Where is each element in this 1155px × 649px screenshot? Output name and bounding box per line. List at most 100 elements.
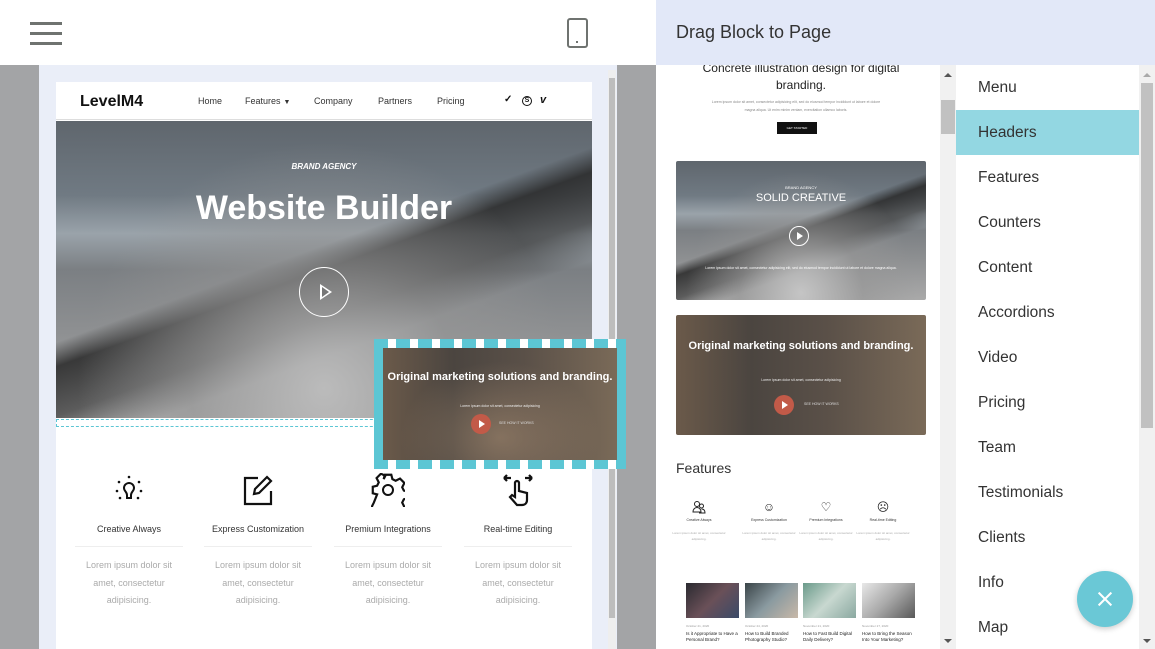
post-image (803, 583, 856, 618)
feature-title: Premium Integrations (345, 524, 431, 534)
block-thumb-original-marketing[interactable]: Original marketing solutions and brandin… (676, 315, 926, 435)
mini-feature-text: Lorem ipsum dolor sit amet, consectetur … (856, 531, 910, 541)
divider (464, 546, 572, 547)
mini-feature: ☹ Real-time Editing Lorem ipsum dolor si… (854, 500, 912, 542)
category-team[interactable]: Team (956, 425, 1139, 470)
nav-link-company[interactable]: Company (314, 96, 353, 106)
divider (204, 546, 312, 547)
category-pricing[interactable]: Pricing (956, 380, 1139, 425)
heart-icon: ♡ (820, 500, 832, 514)
category-headers[interactable]: Headers (956, 110, 1139, 155)
site-navbar[interactable]: LevelM4 Home Features ▼ Company Partners … (56, 82, 592, 120)
nav-link-partners[interactable]: Partners (378, 96, 412, 106)
feature-title: Creative Always (96, 524, 162, 534)
thumb-subtitle: Lorem ipsum dolor sit amet, consectetur … (761, 378, 841, 382)
thumb-link: SEE HOW IT WORKS (804, 402, 839, 406)
scroll-down-arrow-icon[interactable] (944, 639, 952, 643)
feature-title: Real-time Editing (483, 524, 553, 534)
category-content[interactable]: Content (956, 245, 1139, 290)
category-video[interactable]: Video (956, 335, 1139, 380)
mobile-phone-icon[interactable] (567, 18, 588, 48)
mini-feature-title: Creative Always (686, 518, 712, 522)
scroll-down-arrow-icon[interactable] (1143, 639, 1151, 643)
nav-link-features-label: Features (245, 96, 281, 106)
blog-post: November 27, 2020 How to Bring the Seaso… (862, 583, 915, 643)
nav-link-home[interactable]: Home (198, 96, 222, 106)
category-clients[interactable]: Clients (956, 515, 1139, 560)
edit-icon (199, 472, 317, 508)
post-date: November 21, 2020 (803, 624, 830, 628)
blog-post: October 21, 2020 Is it Appropriate to Ha… (686, 583, 739, 643)
mini-feature: ☺ Express Customization Lorem ipsum dolo… (740, 500, 798, 542)
gear-icon (329, 472, 447, 508)
app-root: LevelM4 Home Features ▼ Company Partners … (0, 0, 1155, 649)
divider (75, 546, 183, 547)
dragged-block[interactable]: Original marketing solutions and brandin… (374, 339, 626, 469)
post-date: November 27, 2020 (862, 624, 889, 628)
blog-post: October 24, 2020 How to Build Branded Ph… (745, 583, 798, 643)
touch-swipe-icon (459, 472, 577, 508)
category-testimonials[interactable]: Testimonials (956, 470, 1139, 515)
thumb-button: GET STARTED (777, 122, 817, 134)
play-icon[interactable] (299, 267, 349, 317)
skype-icon[interactable]: S (522, 96, 532, 106)
category-scrollbar-thumb[interactable] (1141, 83, 1153, 428)
scroll-up-arrow-icon[interactable] (1143, 73, 1151, 77)
mini-feature: ♡ Premium Integrations Lorem ipsum dolor… (797, 500, 855, 542)
feature-item: Premium Integrations Lorem ipsum dolor s… (329, 472, 447, 610)
dragged-block-preview: Original marketing solutions and brandin… (383, 348, 617, 460)
thumb-title: SOLID CREATIVE (755, 192, 847, 204)
divider (334, 546, 442, 547)
thumb-text: Lorem ipsum dolor sit amet, consectetur … (705, 266, 897, 270)
thumbnails-scrollbar-thumb[interactable] (941, 100, 955, 134)
nav-link-features[interactable]: Features ▼ (245, 96, 290, 106)
mini-feature-title: Express Customization (751, 518, 787, 522)
post-image (686, 583, 739, 618)
post-date: October 21, 2020 (686, 624, 710, 628)
close-icon[interactable] (1077, 571, 1133, 627)
blog-post: November 21, 2020 How to Fast Build Digi… (803, 583, 856, 643)
nav-link-pricing[interactable]: Pricing (437, 96, 465, 106)
feature-item: Creative Always Lorem ipsum dolor sit am… (70, 472, 188, 610)
category-menu[interactable]: Menu (956, 65, 1139, 110)
panel-header: Drag Block to Page (656, 0, 1155, 65)
category-accordions[interactable]: Accordions (956, 290, 1139, 335)
thumbnails-scrollbar[interactable] (940, 65, 956, 649)
scroll-up-arrow-icon[interactable] (944, 73, 952, 77)
lightbulb-icon (70, 472, 188, 508)
section-label-features: Features (676, 460, 732, 476)
feature-item: Real-time Editing Lorem ipsum dolor sit … (459, 472, 577, 610)
panel-title: Drag Block to Page (676, 22, 832, 42)
mini-feature: Creative Always Lorem ipsum dolor sit am… (670, 500, 728, 542)
thumb-kicker: BRAND AGENCY (785, 185, 817, 190)
post-image (862, 583, 915, 618)
sad-face-icon: ☹ (876, 500, 890, 514)
mini-feature-text: Lorem ipsum dolor sit amet, consectetur … (672, 531, 726, 541)
post-title: How to Fast Build Digital Daily Delivery… (803, 631, 853, 642)
editor-toolbar (0, 0, 656, 65)
thumb-text: Lorem ipsum dolor sit amet, consectetur … (711, 100, 881, 112)
mini-feature-text: Lorem ipsum dolor sit amet, consectetur … (742, 531, 796, 541)
category-scrollbar[interactable] (1139, 65, 1155, 649)
feature-text: Lorem ipsum dolor sit amet, consectetur … (85, 560, 173, 605)
category-features[interactable]: Features (956, 155, 1139, 200)
category-counters[interactable]: Counters (956, 200, 1139, 245)
mini-feature-title: Real-time Editing (869, 518, 897, 522)
feature-item: Express Customization Lorem ipsum dolor … (199, 472, 317, 610)
hamburger-icon[interactable] (30, 21, 62, 45)
twitter-icon[interactable]: ✓ (504, 94, 512, 105)
post-date: October 24, 2020 (745, 624, 769, 628)
vimeo-icon[interactable]: v (540, 94, 546, 106)
thumb-title: Original marketing solutions and brandin… (688, 340, 914, 352)
feature-text: Lorem ipsum dolor sit amet, consectetur … (344, 560, 432, 605)
feature-text: Lorem ipsum dolor sit amet, consectetur … (214, 560, 302, 605)
site-brand[interactable]: LevelM4 (80, 93, 143, 111)
play-icon (789, 226, 809, 246)
feature-text: Lorem ipsum dolor sit amet, consectetur … (474, 560, 562, 605)
block-thumb-solid-creative[interactable]: BRAND AGENCY SOLID CREATIVE Lorem ipsum … (676, 161, 926, 300)
mini-feature-title: Premium Integrations (809, 518, 843, 522)
post-title: How to Build Branded Photography Studio? (745, 631, 789, 642)
post-image (745, 583, 798, 618)
dragged-block-title: Original marketing solutions and brandin… (387, 371, 613, 383)
post-title: How to Bring the Season Into Your Market… (862, 631, 912, 642)
